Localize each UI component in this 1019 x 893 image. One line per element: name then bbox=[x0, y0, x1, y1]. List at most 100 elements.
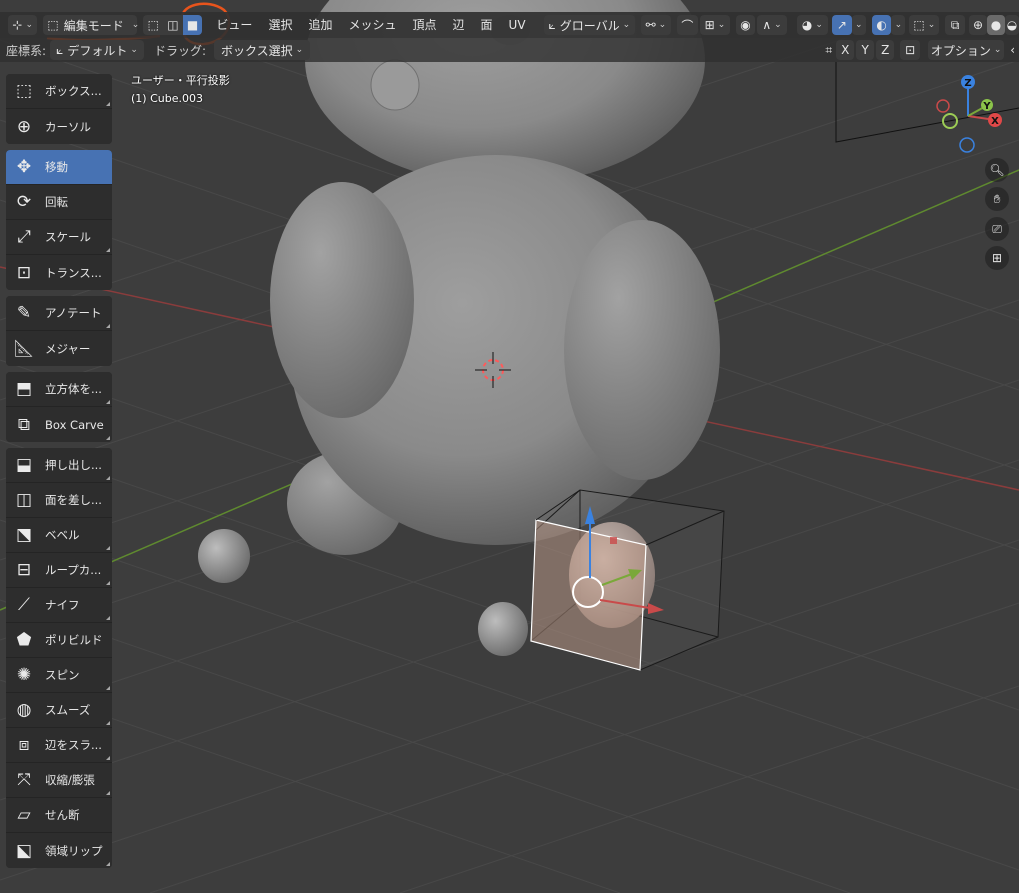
tool-button[interactable]: ⟋ ナイフ bbox=[6, 588, 112, 623]
tool-label: ループカ... bbox=[45, 563, 102, 577]
solid-sphere-icon: ● bbox=[990, 18, 1002, 32]
tool-button[interactable]: ⬟ ポリビルド bbox=[6, 623, 112, 658]
menu-select[interactable]: 選択 bbox=[260, 15, 300, 35]
small-sphere-1 bbox=[198, 529, 250, 583]
drag-value: ボックス選択 bbox=[221, 43, 293, 58]
proportional-edit-icon: ◉ bbox=[740, 18, 751, 32]
poly-build-icon: ⬟ bbox=[16, 630, 32, 650]
tool-button[interactable]: ◫ 面を差し... bbox=[6, 483, 112, 518]
view-name-text: ユーザー・平行投影 bbox=[131, 74, 230, 87]
tool-label: 押し出し... bbox=[45, 458, 102, 472]
tool-label: 移動 bbox=[45, 160, 68, 174]
cursor-icon: ⊕ bbox=[16, 116, 32, 137]
xray-toggle[interactable]: ⧉ bbox=[945, 15, 965, 35]
extrude-icon: ⬓ bbox=[15, 455, 33, 475]
visibility-dropdown[interactable]: ◕ ⌄ bbox=[796, 15, 829, 35]
camera-view-button[interactable]: ⎚ bbox=[985, 217, 1009, 241]
edge-select-icon: ◫ bbox=[167, 18, 179, 32]
tool-button[interactable]: ⬒ 立方体を... bbox=[6, 372, 112, 407]
chevron-down-icon: ⌄ bbox=[717, 20, 726, 30]
options-dropdown[interactable]: オプション ⌄ bbox=[928, 40, 1005, 60]
overlay-toggle[interactable]: ◐ bbox=[871, 15, 892, 35]
tool-button[interactable]: ⊟ ループカ... bbox=[6, 553, 112, 588]
3d-viewport[interactable]: Z X Y bbox=[0, 0, 1019, 893]
tool-button[interactable]: ⬚ ボックス... bbox=[6, 74, 112, 109]
tool-button[interactable]: 📐︎ メジャー bbox=[6, 331, 112, 366]
snap-toggle[interactable]: ⌒ bbox=[676, 15, 699, 35]
zoom-button[interactable]: 🔍︎ bbox=[985, 158, 1009, 182]
menu-add[interactable]: 追加 bbox=[300, 15, 340, 35]
auto-merge-icon: ⊡ bbox=[905, 43, 916, 57]
tool-button[interactable]: ⊡ トランス... bbox=[6, 255, 112, 290]
material-shading-button[interactable]: ◒ bbox=[1004, 15, 1019, 35]
menu-vertex[interactable]: 頂点 bbox=[404, 15, 444, 35]
menu-view[interactable]: ビュー bbox=[208, 15, 260, 35]
tool-button[interactable]: ⬔ ベベル bbox=[6, 518, 112, 553]
tool-button[interactable]: ✎ アノテート bbox=[6, 296, 112, 331]
tool-settings-bar: 座標系: ⟀ デフォルト ⌄ ドラッグ: ボックス選択 ⌄ ⌗ X Y Z ⊡ … bbox=[0, 38, 1019, 62]
vertex-select-button[interactable]: ⬚ bbox=[143, 15, 164, 35]
gizmo-toggle[interactable]: ↗ bbox=[832, 15, 852, 35]
tool-button[interactable]: ⊕ カーソル bbox=[6, 109, 112, 144]
tool-button[interactable]: ⤢ スケール bbox=[6, 220, 112, 255]
bevel-icon: ⬔ bbox=[15, 525, 33, 545]
tool-button[interactable]: ✺ スピン bbox=[6, 658, 112, 693]
editor-type-button[interactable]: ⊹ ⌄ bbox=[8, 15, 38, 35]
menu-mesh[interactable]: メッシュ bbox=[340, 15, 404, 35]
more-tools-indicator bbox=[106, 248, 110, 252]
mirror-x-toggle[interactable]: X bbox=[836, 40, 855, 60]
tool-button[interactable]: ▱ せん断 bbox=[6, 798, 112, 833]
auto-merge-toggle[interactable]: ⊡ bbox=[900, 40, 921, 60]
falloff-dropdown[interactable]: ∧ ⌄ bbox=[757, 15, 787, 35]
orientation-icon: ⟀ bbox=[548, 17, 556, 32]
coord-system-dropdown[interactable]: ⟀ デフォルト ⌄ bbox=[50, 40, 145, 60]
tool-button[interactable]: ⧈ 辺をスラ... bbox=[6, 728, 112, 763]
face-select-button[interactable]: ■ bbox=[182, 15, 203, 35]
tool-button[interactable]: ✥ 移動 bbox=[6, 150, 112, 185]
mirror-icon[interactable]: ⌗ bbox=[825, 43, 832, 58]
collapse-arrow-icon[interactable]: ‹ bbox=[1010, 43, 1015, 57]
proportional-edit-toggle[interactable]: ◉ bbox=[735, 15, 756, 35]
tool-button[interactable]: ⟳ 回転 bbox=[6, 185, 112, 220]
mirror-z-toggle[interactable]: Z bbox=[876, 40, 895, 60]
tool-button[interactable]: ⬓ 押し出し... bbox=[6, 448, 112, 483]
selected-cube bbox=[530, 489, 725, 671]
tool-button[interactable]: ◍ スムーズ bbox=[6, 693, 112, 728]
smooth-icon: ◍ bbox=[16, 700, 32, 720]
wireframe-shading-button[interactable]: ⊕ bbox=[968, 15, 987, 35]
tool-button[interactable]: ⤧ 収縮/膨張 bbox=[6, 763, 112, 798]
drag-dropdown[interactable]: ボックス選択 ⌄ bbox=[214, 40, 311, 60]
overlay-dropdown[interactable]: ⌄ bbox=[891, 15, 906, 35]
spin-icon: ✺ bbox=[16, 665, 32, 685]
solid-shading-button[interactable]: ● bbox=[986, 15, 1005, 35]
more-tools-indicator bbox=[106, 400, 110, 404]
mirror-y-toggle[interactable]: Y bbox=[856, 40, 875, 60]
ortho-toggle-button[interactable]: ⊞ bbox=[985, 246, 1009, 270]
pan-button[interactable]: ✋︎ bbox=[985, 187, 1009, 211]
pivot-point-dropdown[interactable]: ⚯ ⌄ bbox=[641, 15, 671, 35]
tool-label: アノテート bbox=[45, 306, 102, 320]
tool-button[interactable]: ⧉ Box Carve bbox=[6, 407, 112, 442]
gizmo-dropdown[interactable]: ⌄ bbox=[851, 15, 866, 35]
transform-orientation-dropdown[interactable]: ⟀ グローバル ⌄ bbox=[543, 15, 636, 35]
tool-group: ✥ 移動 ⟳ 回転 ⤢ スケール ⊡ トランス... bbox=[6, 150, 112, 290]
snap-target-dropdown[interactable]: ⊞ ⌄ bbox=[700, 15, 730, 35]
pivot-icon: ⚯ bbox=[645, 18, 656, 32]
tool-label: ナイフ bbox=[45, 598, 80, 612]
bear-arm-left bbox=[270, 182, 414, 418]
mode-selector[interactable]: ⬚ 編集モード ⌄ bbox=[43, 15, 140, 35]
gizmo-z-label: Z bbox=[964, 78, 971, 89]
orientation-label: グローバル bbox=[559, 18, 620, 33]
tool-button[interactable]: ⬕ 領域リップ bbox=[6, 833, 112, 868]
menu-face[interactable]: 面 bbox=[473, 15, 501, 35]
menu-uv[interactable]: UV bbox=[501, 15, 534, 35]
more-tools-indicator bbox=[106, 791, 110, 795]
viewport-canvas[interactable]: Z X Y bbox=[0, 0, 1019, 893]
chevron-down-icon: ⌄ bbox=[131, 20, 140, 30]
scale-icon: ⤢ bbox=[17, 227, 31, 247]
mesh-overlay-dropdown[interactable]: ⬚ ⌄ bbox=[909, 15, 940, 35]
chevron-down-icon: ⌄ bbox=[295, 45, 304, 55]
edge-select-button[interactable]: ◫ bbox=[163, 15, 183, 35]
coord-system-label: 座標系: bbox=[6, 43, 47, 58]
menu-edge[interactable]: 辺 bbox=[445, 15, 473, 35]
